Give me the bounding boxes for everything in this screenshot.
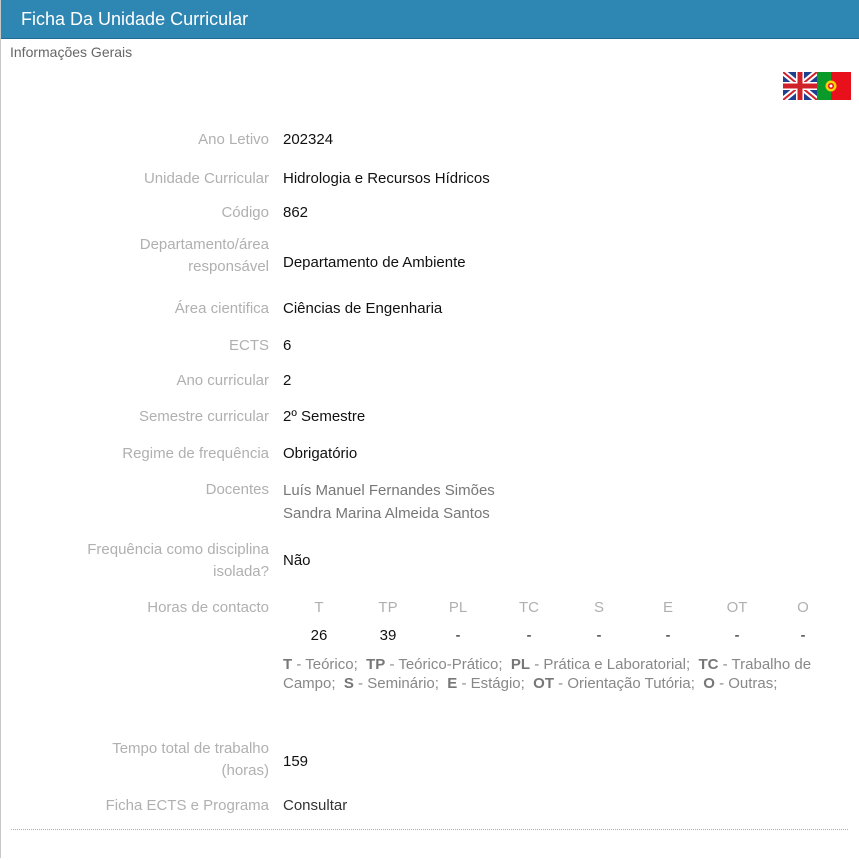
value-ects: 6 (283, 337, 292, 354)
value-regime: Obrigatório (283, 445, 358, 462)
value-ano-curricular: 2 (283, 372, 292, 389)
label-ects: ECTS (228, 337, 269, 354)
value-codigo: 862 (283, 204, 309, 221)
label-area-cientifica: Área cientifica (174, 300, 269, 317)
language-switcher (783, 72, 851, 100)
hours-value-tp: 39 (379, 627, 397, 644)
value-isolada: Não (283, 552, 311, 569)
section-divider (11, 829, 848, 830)
hours-header-t: T (314, 599, 324, 616)
hours-header-pl: PL (448, 599, 468, 616)
legend-code-e: E (447, 675, 458, 692)
consultar-link[interactable]: Consultar (283, 797, 347, 815)
hours-value-t: 26 (310, 627, 328, 644)
hours-header-o: O (797, 599, 809, 616)
hours-header-ot: OT (726, 599, 748, 616)
label-isolada-line2: isolada? (213, 563, 269, 580)
hours-value-e: - (665, 627, 671, 644)
legend-code-tc: TC (698, 656, 719, 673)
label-ano-letivo: Ano Letivo (198, 131, 269, 148)
value-docente-1: Luís Manuel Fernandes Simões (283, 482, 495, 499)
value-departamento: Departamento de Ambiente (283, 254, 466, 271)
label-ano-curricular: Ano curricular (176, 372, 269, 389)
legend-code-tp: TP (366, 656, 386, 673)
uk-flag-icon[interactable] (783, 72, 817, 100)
portugal-flag-icon[interactable] (817, 72, 851, 100)
label-departamento-line2: responsável (188, 258, 269, 275)
hours-legend: T - Teórico; TP - Teórico-Prático; PL - … (283, 655, 843, 693)
legend-code-s: S (343, 675, 354, 692)
label-horas-contacto: Horas de contacto (147, 599, 269, 616)
legend-text-tp: - Teórico-Prático; (385, 656, 503, 673)
label-docentes: Docentes (205, 481, 269, 498)
label-isolada-line1: Frequência como disciplina (87, 541, 269, 558)
value-semestre: 2º Semestre (283, 408, 366, 425)
hours-value-s: - (596, 627, 602, 644)
hours-header-e: E (662, 599, 673, 616)
hours-value-ot: - (734, 627, 740, 644)
course-info-panel: Ficha Da Unidade Curricular Informações … (0, 0, 859, 858)
legend-text-t: - Teórico; (292, 656, 358, 673)
legend-code-pl: PL (510, 656, 531, 673)
hours-value-pl: - (455, 627, 461, 644)
value-docente-2: Sandra Marina Almeida Santos (283, 505, 490, 522)
legend-text-pl: - Prática e Laboratorial; (530, 656, 691, 673)
value-unidade-curricular: Hidrologia e Recursos Hídricos (283, 170, 490, 187)
hours-header-tc: TC (519, 599, 539, 616)
panel-title: Ficha Da Unidade Curricular (1, 0, 859, 39)
hours-header-s: S (593, 599, 604, 616)
label-ficha-ects: Ficha ECTS e Programa (105, 797, 269, 814)
label-tempo-total-line2: (horas) (221, 762, 269, 779)
label-unidade-curricular: Unidade Curricular (143, 170, 269, 187)
label-semestre: Semestre curricular (138, 408, 269, 425)
section-title: Informações Gerais (10, 44, 133, 60)
value-tempo-total: 159 (283, 753, 309, 770)
legend-text-s: - Seminário; (353, 675, 439, 692)
legend-text-ot: - Orientação Tutória; (554, 675, 695, 692)
hours-header-tp: TP (378, 599, 398, 616)
label-codigo: Código (221, 204, 269, 221)
legend-text-o: - Outras; (714, 675, 778, 692)
value-ano-letivo: 202324 (283, 131, 334, 148)
label-regime: Regime de frequência (122, 445, 269, 462)
legend-code-t: T (283, 656, 293, 673)
label-departamento-line1: Departamento/área (139, 236, 269, 253)
value-area-cientifica: Ciências de Engenharia (283, 300, 443, 317)
legend-code-o: O (703, 675, 715, 692)
legend-code-ot: OT (533, 675, 554, 692)
hours-value-o: - (800, 627, 806, 644)
hours-value-tc: - (526, 627, 532, 644)
label-tempo-total-line1: Tempo total de trabalho (112, 740, 269, 757)
legend-text-e: - Estágio; (457, 675, 525, 692)
